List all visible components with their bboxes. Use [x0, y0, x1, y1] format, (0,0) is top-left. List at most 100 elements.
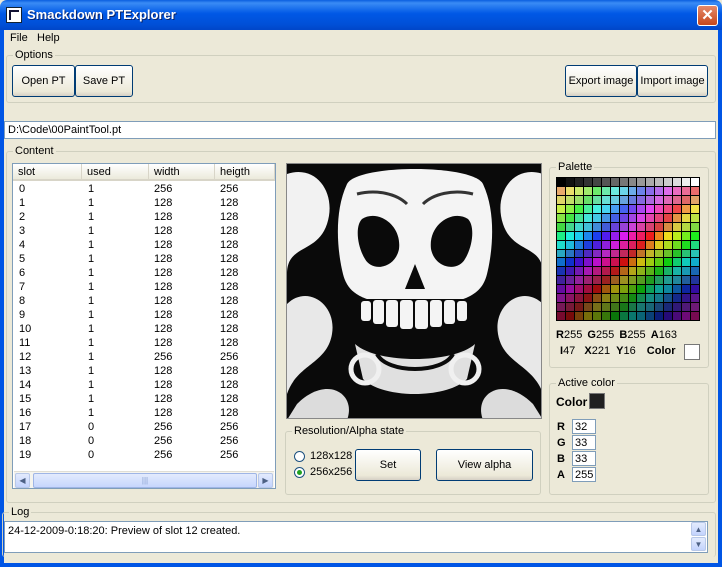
- palette-swatch[interactable]: [682, 195, 691, 204]
- table-row[interactable]: 5 1 128 128: [13, 253, 275, 267]
- palette-swatch[interactable]: [682, 258, 691, 267]
- palette-swatch[interactable]: [557, 186, 565, 195]
- palette-swatch[interactable]: [610, 240, 619, 249]
- palette-swatch[interactable]: [565, 276, 574, 285]
- file-path-field[interactable]: D:\Code\00PaintTool.pt: [4, 121, 716, 139]
- palette-swatch[interactable]: [565, 258, 574, 267]
- palette-swatch[interactable]: [565, 231, 574, 240]
- palette-swatch[interactable]: [682, 222, 691, 231]
- palette-swatch[interactable]: [682, 303, 691, 312]
- palette-swatch[interactable]: [565, 285, 574, 294]
- palette-swatch[interactable]: [673, 231, 682, 240]
- palette-swatch[interactable]: [655, 186, 664, 195]
- palette-grid[interactable]: [556, 177, 700, 321]
- palette-swatch[interactable]: [628, 240, 637, 249]
- palette-swatch[interactable]: [655, 276, 664, 285]
- palette-swatch[interactable]: [646, 186, 655, 195]
- palette-swatch[interactable]: [601, 249, 610, 258]
- palette-swatch[interactable]: [610, 249, 619, 258]
- palette-swatch[interactable]: [655, 267, 664, 276]
- log-textbox[interactable]: 24-12-2009-0:18:20: Preview of slot 12 c…: [4, 521, 708, 553]
- palette-swatch[interactable]: [682, 240, 691, 249]
- palette-swatch[interactable]: [637, 195, 646, 204]
- palette-swatch[interactable]: [628, 178, 637, 186]
- palette-swatch[interactable]: [574, 276, 583, 285]
- palette-swatch[interactable]: [592, 294, 601, 303]
- table-row[interactable]: 6 1 128 128: [13, 267, 275, 281]
- palette-swatch[interactable]: [637, 213, 646, 222]
- palette-swatch[interactable]: [655, 285, 664, 294]
- table-row[interactable]: 3 1 128 128: [13, 225, 275, 239]
- palette-swatch[interactable]: [592, 195, 601, 204]
- palette-swatch[interactable]: [646, 204, 655, 213]
- palette-swatch[interactable]: [601, 303, 610, 312]
- palette-swatch[interactable]: [664, 258, 673, 267]
- palette-swatch[interactable]: [637, 186, 646, 195]
- palette-swatch[interactable]: [646, 213, 655, 222]
- palette-swatch[interactable]: [601, 204, 610, 213]
- open-pt-button[interactable]: Open PT: [12, 65, 75, 97]
- palette-swatch[interactable]: [628, 231, 637, 240]
- palette-swatch[interactable]: [664, 285, 673, 294]
- palette-swatch[interactable]: [691, 195, 699, 204]
- palette-swatch[interactable]: [619, 186, 628, 195]
- palette-swatch[interactable]: [592, 222, 601, 231]
- palette-swatch[interactable]: [673, 178, 682, 186]
- palette-swatch[interactable]: [583, 303, 592, 312]
- palette-swatch[interactable]: [682, 312, 691, 320]
- view-alpha-button[interactable]: View alpha: [436, 449, 533, 481]
- palette-swatch[interactable]: [574, 303, 583, 312]
- app-icon[interactable]: [6, 7, 22, 23]
- palette-swatch[interactable]: [565, 213, 574, 222]
- slot-list[interactable]: slot used width heigth 0 1 256 256 1 1 128 128 2…: [12, 163, 276, 489]
- palette-swatch[interactable]: [619, 213, 628, 222]
- palette-swatch[interactable]: [691, 222, 699, 231]
- palette-swatch[interactable]: [565, 204, 574, 213]
- horizontal-scrollbar[interactable]: ◀ ||| ▶: [14, 471, 274, 488]
- active-a-input[interactable]: 255: [572, 467, 596, 482]
- palette-swatch[interactable]: [628, 258, 637, 267]
- palette-swatch[interactable]: [619, 231, 628, 240]
- palette-swatch[interactable]: [691, 231, 699, 240]
- palette-swatch[interactable]: [646, 240, 655, 249]
- palette-swatch[interactable]: [664, 240, 673, 249]
- palette-swatch[interactable]: [583, 231, 592, 240]
- scrollbar-thumb[interactable]: |||: [33, 473, 257, 488]
- palette-swatch[interactable]: [565, 249, 574, 258]
- palette-swatch[interactable]: [664, 267, 673, 276]
- palette-swatch[interactable]: [673, 276, 682, 285]
- palette-swatch[interactable]: [628, 267, 637, 276]
- palette-swatch[interactable]: [583, 249, 592, 258]
- palette-swatch[interactable]: [610, 294, 619, 303]
- palette-swatch[interactable]: [628, 303, 637, 312]
- menu-help[interactable]: Help: [37, 32, 60, 44]
- palette-swatch[interactable]: [574, 294, 583, 303]
- palette-swatch[interactable]: [583, 195, 592, 204]
- palette-swatch[interactable]: [673, 213, 682, 222]
- palette-swatch[interactable]: [619, 195, 628, 204]
- scroll-up-arrow-icon[interactable]: ▲: [691, 522, 706, 536]
- table-row[interactable]: 14 1 128 128: [13, 379, 275, 393]
- palette-swatch[interactable]: [691, 249, 699, 258]
- palette-swatch[interactable]: [637, 312, 646, 320]
- palette-swatch[interactable]: [557, 294, 565, 303]
- palette-swatch[interactable]: [619, 276, 628, 285]
- palette-swatch[interactable]: [655, 258, 664, 267]
- palette-swatch[interactable]: [610, 213, 619, 222]
- table-row[interactable]: 7 1 128 128: [13, 281, 275, 295]
- palette-swatch[interactable]: [691, 204, 699, 213]
- palette-swatch[interactable]: [574, 231, 583, 240]
- palette-swatch[interactable]: [673, 303, 682, 312]
- palette-swatch[interactable]: [583, 312, 592, 320]
- palette-swatch[interactable]: [583, 258, 592, 267]
- palette-swatch[interactable]: [610, 312, 619, 320]
- palette-swatch[interactable]: [610, 276, 619, 285]
- palette-swatch[interactable]: [646, 249, 655, 258]
- palette-swatch[interactable]: [574, 240, 583, 249]
- palette-swatch[interactable]: [619, 312, 628, 320]
- palette-swatch[interactable]: [601, 231, 610, 240]
- palette-swatch[interactable]: [610, 222, 619, 231]
- palette-swatch[interactable]: [691, 285, 699, 294]
- palette-swatch[interactable]: [557, 312, 565, 320]
- palette-swatch[interactable]: [628, 204, 637, 213]
